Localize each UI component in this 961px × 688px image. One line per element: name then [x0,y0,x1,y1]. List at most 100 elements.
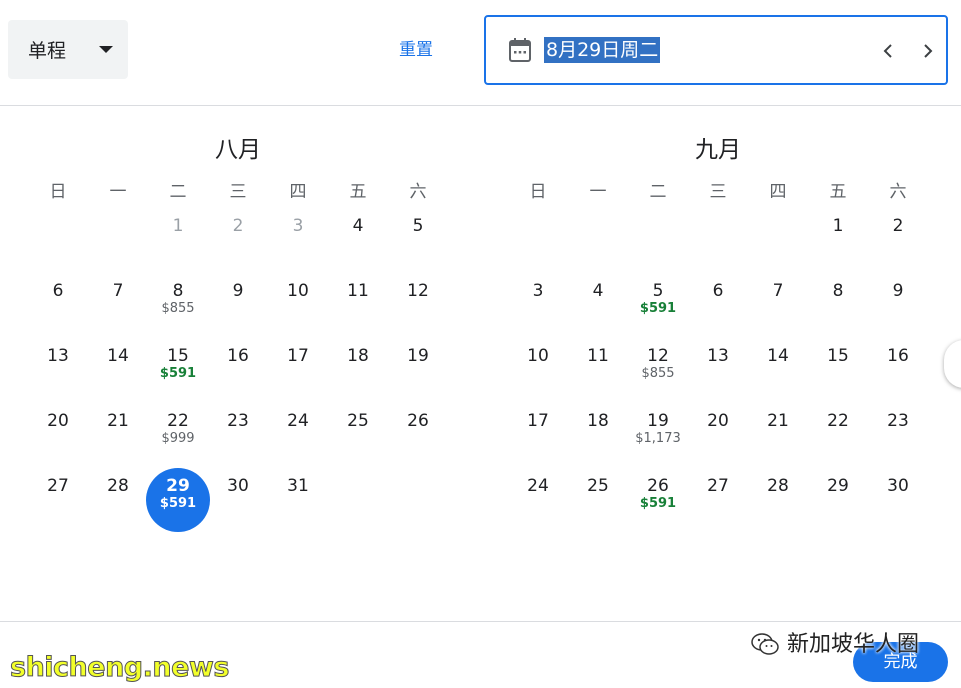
calendar-day[interactable]: 28 [746,468,810,532]
calendar-day[interactable]: 27 [26,468,90,532]
departure-date-field[interactable]: 8月29日周二 [484,15,948,85]
day-number: 18 [587,411,609,431]
chevron-left-icon[interactable] [875,37,901,65]
day-number: 30 [227,476,249,496]
calendar-day[interactable]: 9 [206,273,270,337]
calendar-day[interactable]: 17 [506,403,570,467]
calendar-day-selected[interactable]: 29 $591 [146,468,210,532]
weekday-label: 日 [49,182,67,202]
day-number: 15 [827,346,849,366]
weekday-label: 二 [649,182,667,202]
calendar-day[interactable]: 22 $999 [146,403,210,467]
watermark-site: shicheng.news [10,652,230,684]
calendar-day[interactable]: 26 [386,403,450,467]
calendar-day[interactable]: 30 [866,468,930,532]
calendar-day[interactable]: 9 [866,273,930,337]
calendar-day[interactable]: 18 [566,403,630,467]
trip-type-label: 单程 [28,40,67,62]
calendar-day[interactable]: 20 [686,403,750,467]
calendar-day[interactable]: 30 [206,468,270,532]
calendar-day[interactable]: 3 [506,273,570,337]
calendar-day[interactable]: 1 [806,208,870,272]
calendar-day[interactable]: 14 [86,338,150,402]
calendar-day[interactable]: 16 [206,338,270,402]
calendar-day[interactable]: 28 [86,468,150,532]
calendar-day[interactable]: 14 [746,338,810,402]
calendar-day[interactable]: 26 $591 [626,468,690,532]
day-number: 29 [827,476,849,496]
day-number: 21 [767,411,789,431]
calendar-day[interactable]: 15 [806,338,870,402]
calendar-day[interactable]: 31 [266,468,330,532]
calendar-day[interactable]: 2 [866,208,930,272]
calendar-day[interactable]: 23 [206,403,270,467]
calendar-day[interactable]: 7 [86,273,150,337]
calendar-day[interactable]: 5 [386,208,450,272]
day-number: 22 [827,411,849,431]
calendar-day[interactable]: 8 $855 [146,273,210,337]
month-title: 九月 [695,137,741,163]
calendar-day[interactable]: 13 [686,338,750,402]
weekday-label: 四 [289,182,307,202]
day-number: 6 [52,281,64,301]
calendar-day[interactable]: 5 $591 [626,273,690,337]
day-number: 5 [652,281,664,301]
day-number: 10 [527,346,549,366]
calendar-day[interactable]: 11 [566,338,630,402]
calendar-day[interactable]: 10 [266,273,330,337]
calendar-day[interactable]: 4 [326,208,390,272]
calendar-day[interactable]: 4 [566,273,630,337]
day-number: 12 [407,281,429,301]
reset-button[interactable]: 重置 [384,36,448,64]
day-number: 8 [832,281,844,301]
calendar-day[interactable]: 27 [686,468,750,532]
calendar-day[interactable]: 25 [566,468,630,532]
calendar-day[interactable]: 19 [386,338,450,402]
weekday-label: 二 [169,182,187,202]
calendar-day[interactable]: 22 [806,403,870,467]
calendar-day[interactable]: 17 [266,338,330,402]
calendar-day[interactable]: 18 [326,338,390,402]
day-number: 29 [166,476,190,496]
bottom-divider [0,621,961,622]
day-number: 8 [172,281,184,301]
calendar-day[interactable]: 19 $1,173 [626,403,690,467]
calendar-day[interactable]: 21 [746,403,810,467]
calendar-day[interactable]: 11 [326,273,390,337]
trip-type-dropdown[interactable]: 单程 [8,20,128,79]
calendar-day[interactable]: 23 [866,403,930,467]
calendar-day[interactable]: 20 [26,403,90,467]
day-number: 4 [592,281,604,301]
day-number: 3 [292,216,304,236]
calendar-day[interactable]: 12 [386,273,450,337]
side-panel-handle[interactable] [944,340,961,388]
day-number: 17 [287,346,309,366]
calendar-day[interactable]: 10 [506,338,570,402]
calendar-day[interactable]: 7 [746,273,810,337]
top-divider [0,105,961,106]
calendar-day[interactable]: 25 [326,403,390,467]
month-august: 八月 日一二三四五六 1 2 3 4 5 6 7 8 $855 9 10 11 12 13 14 15 $591… [28,130,448,552]
day-number: 9 [892,281,904,301]
day-number: 21 [107,411,129,431]
chevron-right-icon[interactable] [915,37,941,65]
day-number: 19 [407,346,429,366]
date-value[interactable]: 8月29日周二 [544,37,661,63]
calendar-day[interactable]: 21 [86,403,150,467]
calendar-day[interactable]: 8 [806,273,870,337]
calendar-day[interactable]: 12 $855 [626,338,690,402]
calendar-day[interactable]: 6 [686,273,750,337]
caret-down-icon [99,46,113,53]
weekday-label: 一 [589,182,607,202]
day-number: 2 [232,216,244,236]
calendar-day[interactable]: 6 [26,273,90,337]
calendar-day[interactable]: 13 [26,338,90,402]
day-number: 24 [527,476,549,496]
calendar-day[interactable]: 24 [266,403,330,467]
calendar-day[interactable]: 15 $591 [146,338,210,402]
calendar-day[interactable]: 16 [866,338,930,402]
calendar-day[interactable]: 24 [506,468,570,532]
calendar-day[interactable]: 29 [806,468,870,532]
day-number: 18 [347,346,369,366]
calendar-day: 1 [146,208,210,272]
